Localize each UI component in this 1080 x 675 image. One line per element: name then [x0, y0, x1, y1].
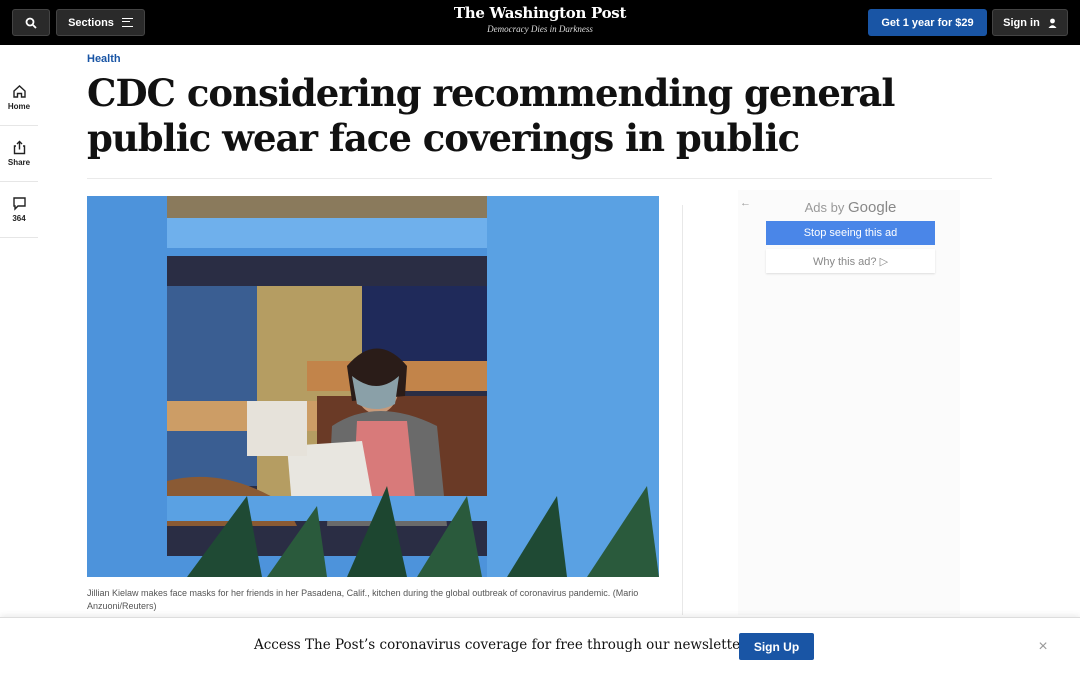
rail-home-button[interactable]: Home: [0, 70, 38, 126]
article-headline: CDC considering recommending general pub…: [87, 71, 895, 160]
hamburger-icon: [121, 18, 133, 27]
why-this-ad-button[interactable]: Why this ad? ▷: [766, 249, 935, 273]
comment-count: 364: [12, 214, 26, 223]
stop-seeing-ad-button[interactable]: Stop seeing this ad: [766, 221, 935, 245]
photo-caption: Jillian Kielaw makes face masks for her …: [87, 588, 639, 611]
ads-by-text: Ads by: [804, 200, 845, 215]
rail-comments-button[interactable]: 364: [0, 182, 38, 238]
headline-divider: [87, 178, 992, 179]
comment-icon: [12, 197, 26, 211]
close-icon[interactable]: ×: [1035, 639, 1051, 655]
column-divider: [682, 205, 683, 615]
subscribe-button[interactable]: Get 1 year for $29: [868, 9, 987, 36]
ads-by-google-label: Ads by Google: [766, 199, 935, 216]
newsletter-banner-text: Access The Post’s coronavirus coverage f…: [254, 637, 750, 653]
section-kicker-link[interactable]: Health: [87, 53, 121, 65]
sign-up-button[interactable]: Sign Up: [739, 633, 814, 660]
sections-label: Sections: [68, 16, 114, 29]
home-icon: [12, 85, 26, 98]
rail-share-button[interactable]: Share: [0, 126, 38, 182]
rail-share-label: Share: [7, 158, 31, 167]
photo-illustration: [87, 196, 659, 577]
sign-in-button[interactable]: Sign in: [992, 9, 1068, 36]
rail-home-label: Home: [7, 102, 31, 111]
search-icon: [25, 17, 37, 29]
share-icon: [13, 140, 25, 155]
ad-back-arrow-icon[interactable]: ←: [740, 197, 751, 209]
google-text: Google: [848, 199, 897, 216]
left-rail: Home Share 364: [0, 70, 38, 238]
user-icon: [1048, 18, 1057, 28]
article-photo[interactable]: [87, 196, 659, 577]
sign-in-label: Sign in: [1003, 16, 1040, 29]
sections-button[interactable]: Sections: [56, 9, 145, 36]
search-button[interactable]: [12, 9, 50, 36]
masthead-logo[interactable]: The Washington Post Democracy Dies in Da…: [440, 4, 640, 34]
masthead-slogan: Democracy Dies in Darkness: [487, 24, 593, 34]
masthead-name: The Washington Post: [453, 4, 627, 22]
